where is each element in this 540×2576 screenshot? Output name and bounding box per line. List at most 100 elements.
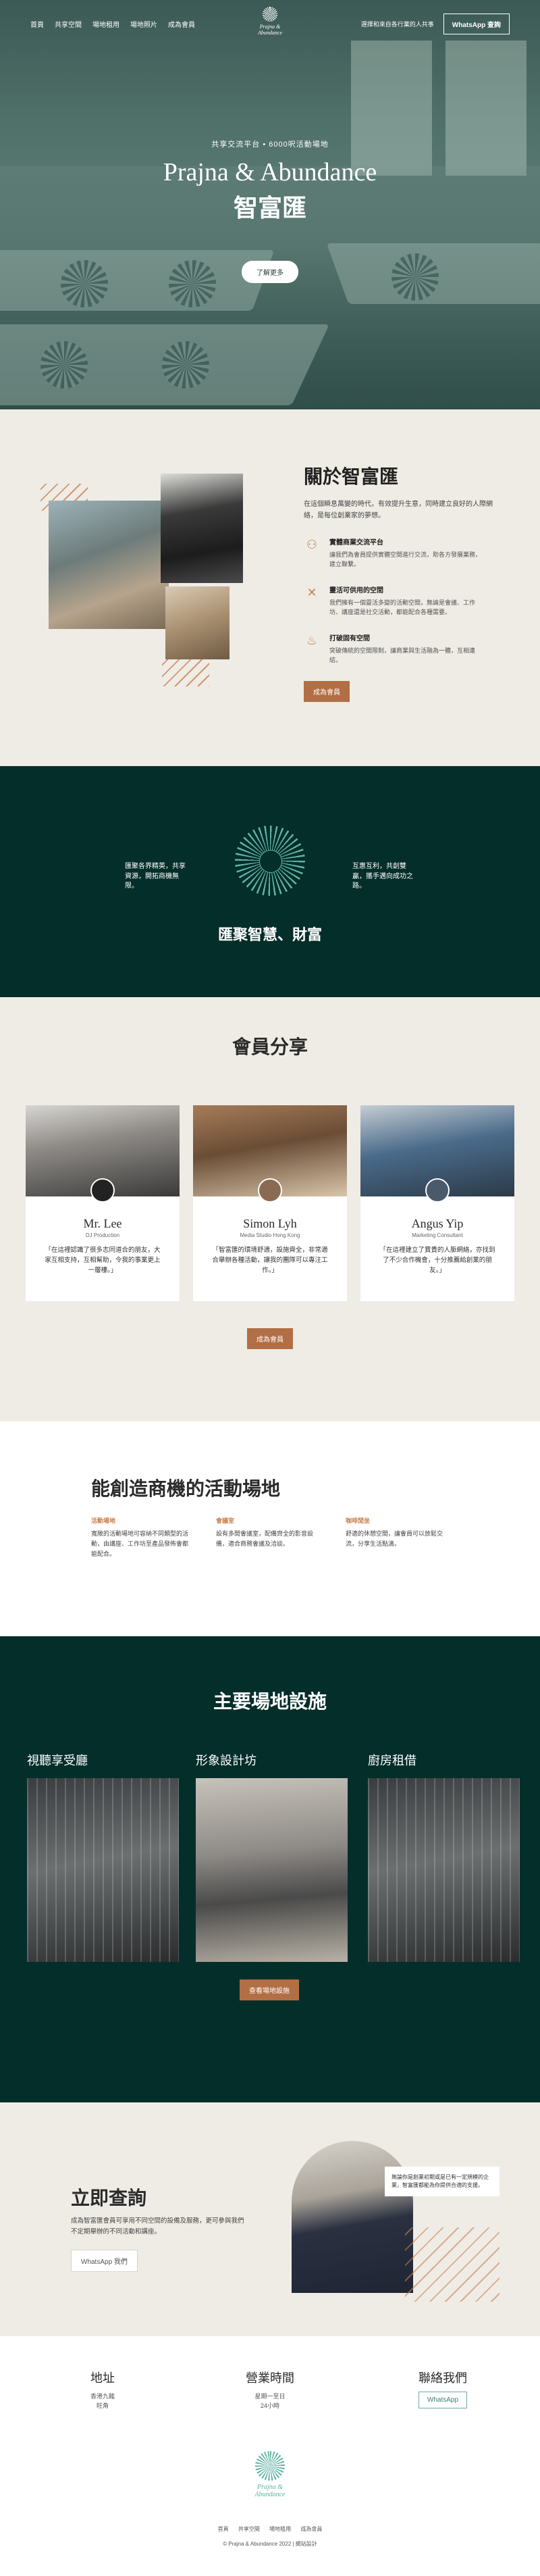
hero-content: 共享交流平台 • 6000呎活動場地 Prajna & Abundance 智富… (0, 138, 540, 283)
view-facilities-button[interactable]: 查看場地設施 (240, 1979, 299, 2000)
contact-portrait (292, 2141, 413, 2293)
contact-desc: 成為智富匯會員可享用不同空間的設備及服務，更可參與我們不定期舉辦的不同活動和講座… (71, 2217, 244, 2236)
footer: 地址 香港九龍 旺角 營業時間 星期一至日 24小時 聯絡我們 WhatsApp… (0, 2336, 540, 2575)
member-card: Angus Yip Marketing Consultant 「在這裡建立了寶貴… (360, 1105, 514, 1301)
about-photo-room (165, 586, 230, 659)
member-quote: 「在這裡建立了寶貴的人脈網絡，亦找到了不少合作機會，十分推薦給創業的朋友。」 (379, 1246, 495, 1275)
learn-more-button[interactable]: 了解更多 (242, 261, 298, 283)
table-rosette (162, 341, 209, 388)
facility-photo-salon[interactable] (196, 1778, 348, 1962)
footer-heading: 地址 (90, 2371, 115, 2385)
contact-speech-bubble: 無論你是創業初期或是已有一定規模的企業，智富匯都能為你提供合適的支援。 (385, 2167, 500, 2196)
about-feature: ✕ 靈活可供用的空間 我們擁有一個靈活多變的活動空間，無論是會議、工作坊、講座還… (304, 584, 506, 617)
venue-heading: 能創造商機的活動場地 (91, 1479, 281, 1500)
member-role: Media Studio Hong Kong (240, 1232, 300, 1238)
about-photo-portrait (161, 474, 243, 583)
feature-desc: 突破傳統的空間限制，讓商業與生活融為一體，互相連結。 (329, 647, 476, 663)
facility-label: 視聽享受廳 (27, 1754, 88, 1767)
nav-link-cowork[interactable]: 共享空間 (55, 19, 82, 29)
nav-link-member[interactable]: 成為會員 (168, 19, 195, 29)
venue-column: 活動場地 寬敞的活動場地可容納不同類型的活動，由講座、工作坊至產品發佈會都能配合… (91, 1516, 192, 1559)
whatsapp-enquiry-button[interactable]: WhatsApp 查詢 (443, 13, 510, 34)
facilities-section: 主要場地設施 視聽享受廳 形象設計坊 廚房租借 查看場地設施 (0, 1636, 540, 2102)
brand-logo[interactable]: Prajna & Abundance (250, 7, 290, 36)
members-heading: 會員分享 (232, 1037, 308, 1058)
become-member-button[interactable]: 成為會員 (247, 1328, 293, 1349)
footer-address-line: 旺角 (96, 2402, 109, 2410)
logo-wordmark: Prajna & Abundance (258, 24, 282, 36)
members-section: 會員分享 Mr. Lee DJ Production 「在這裡認識了很多志同道合… (0, 997, 540, 1421)
hero-tagline: 共享交流平台 • 6000呎活動場地 (211, 141, 329, 149)
venue-col-title: 咖啡閒坐 (346, 1517, 371, 1524)
zigzag-pattern (162, 659, 209, 686)
facility-photo-audio[interactable] (27, 1778, 179, 1962)
nav-link-home[interactable]: 首頁 (30, 19, 44, 29)
hero-section: 首頁 共享空間 場地租用 場地照片 成為會員 Prajna & Abundanc… (0, 0, 540, 409)
venue-col-title: 活動場地 (91, 1517, 116, 1524)
footer-logo[interactable]: Prajna & Abundance (243, 2451, 297, 2498)
footer-whatsapp-button[interactable]: WhatsApp (418, 2392, 468, 2408)
footer-link[interactable]: 場地租用 (269, 2526, 291, 2532)
nav-link-photos[interactable]: 場地照片 (130, 19, 157, 29)
footer-hours: 營業時間 星期一至日 24小時 (209, 2369, 331, 2411)
whatsapp-us-button[interactable]: WhatsApp 我們 (71, 2250, 138, 2272)
sunburst-logo-icon (235, 826, 305, 896)
facility-photo-kitchen[interactable] (368, 1778, 520, 1962)
top-nav: 首頁 共享空間 場地租用 場地照片 成為會員 Prajna & Abundanc… (0, 0, 540, 47)
feature-desc: 我們擁有一個靈活多變的活動空間，無論是會議、工作坊、講座還是社交活動，都能配合各… (329, 599, 476, 616)
member-quote: 「智富匯的環境舒適，設施齊全，非常適合舉辦各種活動，讓我的團隊可以專注工作。」 (212, 1246, 328, 1275)
footer-contact: 聯絡我們 WhatsApp (382, 2369, 504, 2408)
venue-column: 會議室 設有多間會議室，配備齊全的影音設備，適合商務會議及洽談。 (216, 1516, 317, 1549)
footer-address: 地址 香港九龍 旺角 (42, 2369, 163, 2411)
footer-hours-line: 24小時 (260, 2402, 279, 2410)
contact-heading: 立即查詢 (71, 2188, 147, 2209)
facility-label: 廚房租借 (368, 1754, 416, 1767)
hero-title-en: Prajna & Abundance (163, 158, 377, 186)
member-card: Mr. Lee DJ Production 「在這裡認識了很多志同道合的朋友，大… (26, 1105, 180, 1301)
member-name: Angus Yip (411, 1217, 464, 1230)
band-slogan: 匯聚智慧、財富 (217, 926, 322, 943)
venue-col-desc: 寬敞的活動場地可容納不同類型的活動，由講座、工作坊至產品發佈會都能配合。 (91, 1530, 189, 1557)
footer-link[interactable]: 成為會員 (300, 2526, 322, 2532)
avatar (425, 1178, 450, 1203)
venue-col-desc: 設有多間會議室，配備齊全的影音設備，適合商務會議及洽談。 (216, 1530, 314, 1547)
about-section: 關於智富匯 在這個瞬息萬變的時代，有效提升生意，同時建立良好的人際網絡，是每位創… (0, 409, 540, 766)
footer-link[interactable]: 共享空間 (238, 2526, 260, 2532)
zigzag-pattern (405, 2227, 500, 2302)
member-role: DJ Production (85, 1232, 120, 1238)
contact-section: 立即查詢 成為智富匯會員可享用不同空間的設備及服務，更可參與我們不定期舉辦的不同… (0, 2102, 540, 2336)
feature-title: 實體商業交流平台 (329, 539, 383, 547)
venue-col-title: 會議室 (216, 1517, 235, 1524)
logo-mark-icon (263, 7, 277, 22)
venue-column: 咖啡閒坐 舒適的休憩空間，讓會員可以放鬆交流，分享生活點滴。 (346, 1516, 447, 1549)
footer-address-line: 香港九龍 (90, 2393, 115, 2400)
band-right-quote: 互惠互利，共創雙贏，攜手邁向成功之路。 (352, 863, 413, 890)
nav-links: 首頁 共享空間 場地租用 場地照片 成為會員 (30, 19, 195, 29)
become-member-button[interactable]: 成為會員 (304, 681, 350, 703)
venue-section: 能創造商機的活動場地 活動場地 寬敞的活動場地可容納不同類型的活動，由講座、工作… (0, 1421, 540, 1636)
footer-link[interactable]: 首頁 (218, 2526, 229, 2532)
nav-link-venue[interactable]: 場地租用 (92, 19, 119, 29)
about-feature: ⚇ 實體商業交流平台 讓我們為會員提供實體空間進行交流，助各方發展業務，建立聯繫… (304, 536, 506, 570)
footer-wordmark: Prajna & Abundance (254, 2483, 286, 2498)
band-left-quote: 匯聚各界精英，共享資源，開拓商機無限。 (125, 863, 186, 890)
member-name: Mr. Lee (83, 1217, 122, 1230)
member-role: Marketing Consultant (412, 1232, 463, 1238)
tools-icon: ✕ (306, 585, 317, 599)
feature-title: 靈活可供用的空間 (329, 586, 383, 595)
nav-tagline: 選擇和來自各行業的人共事 (360, 20, 434, 28)
about-photo-lounge (49, 501, 169, 629)
logo-mark-icon (255, 2451, 285, 2481)
avatar (90, 1178, 115, 1203)
footer-hours-line: 星期一至日 (254, 2393, 286, 2400)
avatar (258, 1178, 282, 1203)
table-rosette (40, 341, 88, 388)
feature-desc: 讓我們為會員提供實體空間進行交流，助各方發展業務，建立聯繫。 (329, 551, 482, 568)
footer-heading: 聯絡我們 (418, 2371, 467, 2385)
facilities-heading: 主要場地設施 (213, 1692, 327, 1713)
member-quote: 「在這裡認識了很多志同道合的朋友，大家互相支持，互相幫助，令我的事業更上一層樓。… (45, 1246, 161, 1275)
member-card: Simon Lyh Media Studio Hong Kong 「智富匯的環境… (193, 1105, 347, 1301)
water-icon: ♨ (306, 633, 318, 647)
people-icon: ⚇ (306, 538, 318, 551)
footer-links: 首頁 共享空間 場地租用 成為會員 (0, 2525, 540, 2533)
